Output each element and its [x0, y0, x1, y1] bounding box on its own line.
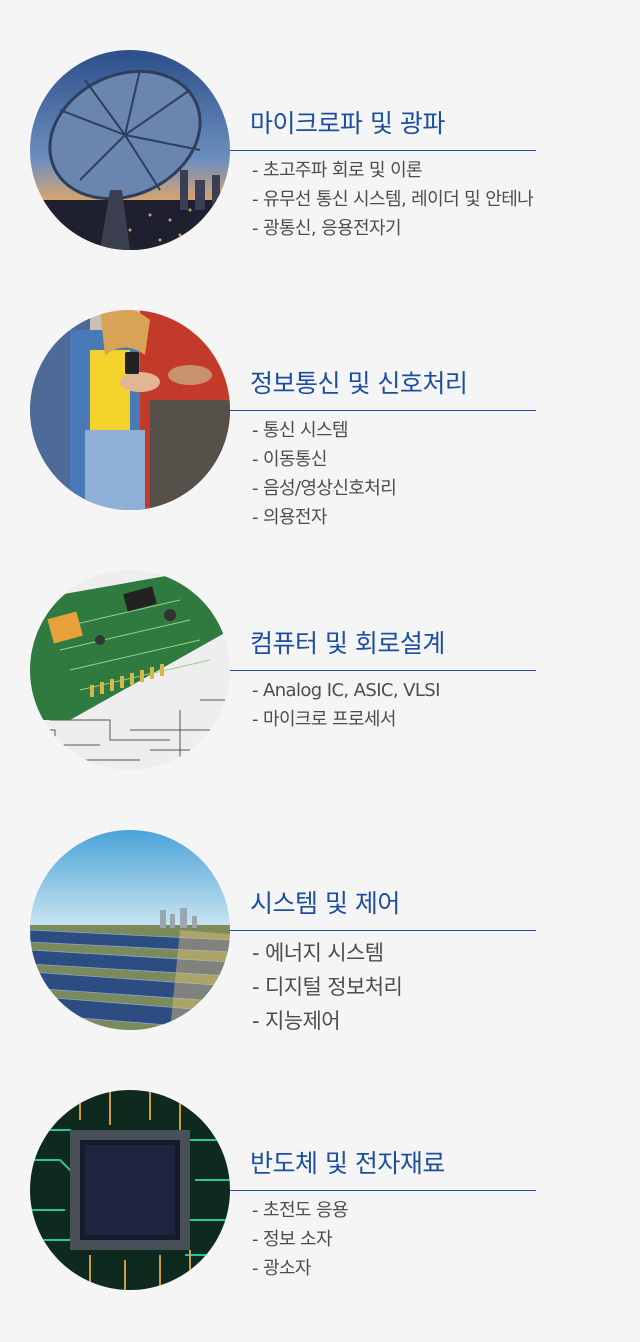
topic-item: - 음성/영상신호처리: [252, 478, 397, 499]
topic-list: - 초전도 응용 - 정보 소자 - 광소자: [252, 1196, 349, 1283]
section-title: 컴퓨터 및 회로설계: [250, 629, 445, 658]
research-area-systems-control: 시스템 및 제어 - 에너지 시스템 - 디지털 정보처리 - 지능제어: [0, 820, 640, 1080]
solar-panel-image: [30, 830, 230, 1030]
topic-item: - 통신 시스템: [252, 420, 349, 441]
title-divider: [230, 930, 536, 931]
topic-item: - 마이크로 프로세서: [252, 709, 396, 730]
research-area-communications: 정보통신 및 신호처리 - 통신 시스템 - 이동통신 - 음성/영상신호처리 …: [0, 300, 640, 560]
research-area-circuit-design: 컴퓨터 및 회로설계 - Analog IC, ASIC, VLSI - 마이크…: [0, 560, 640, 820]
research-area-microwave: 마이크로파 및 광파 - 초고주파 회로 및 이론 - 유무선 통신 시스템, …: [0, 40, 640, 300]
microchip-image: [30, 1090, 230, 1290]
topic-list: - 통신 시스템 - 이동통신 - 음성/영상신호처리 - 의용전자: [252, 416, 397, 532]
section-title: 정보통신 및 신호처리: [250, 369, 468, 398]
circuit-board-image: [30, 570, 230, 770]
topic-item: - 지능제어: [252, 1009, 341, 1033]
section-title: 반도체 및 전자재료: [250, 1149, 445, 1178]
topic-item: - 광소자: [252, 1258, 312, 1279]
topic-item: - 유무선 통신 시스템, 레이더 및 안테나: [252, 189, 534, 210]
satellite-dish-image: [30, 50, 230, 250]
title-divider: [230, 150, 536, 151]
topic-item: - 에너지 시스템: [252, 941, 384, 965]
section-title: 시스템 및 제어: [250, 889, 400, 918]
research-area-semiconductor: 반도체 및 전자재료 - 초전도 응용 - 정보 소자 - 광소자: [0, 1080, 640, 1340]
topic-item: - 초전도 응용: [252, 1200, 349, 1221]
topic-item: - 광통신, 응용전자기: [252, 218, 402, 239]
topic-list: - 에너지 시스템 - 디지털 정보처리 - 지능제어: [252, 936, 403, 1038]
topic-item: - Analog IC, ASIC, VLSI: [252, 680, 440, 701]
topic-item: - 디지털 정보처리: [252, 975, 403, 999]
title-divider: [230, 410, 536, 411]
people-smartphone-image: [30, 310, 230, 510]
topic-item: - 정보 소자: [252, 1229, 333, 1250]
topic-list: - Analog IC, ASIC, VLSI - 마이크로 프로세서: [252, 676, 440, 734]
topic-item: - 이동통신: [252, 449, 327, 470]
title-divider: [230, 670, 536, 671]
section-title: 마이크로파 및 광파: [250, 109, 445, 138]
title-divider: [230, 1190, 536, 1191]
topic-list: - 초고주파 회로 및 이론 - 유무선 통신 시스템, 레이더 및 안테나 -…: [252, 156, 534, 243]
topic-item: - 의용전자: [252, 507, 327, 528]
topic-item: - 초고주파 회로 및 이론: [252, 160, 423, 181]
